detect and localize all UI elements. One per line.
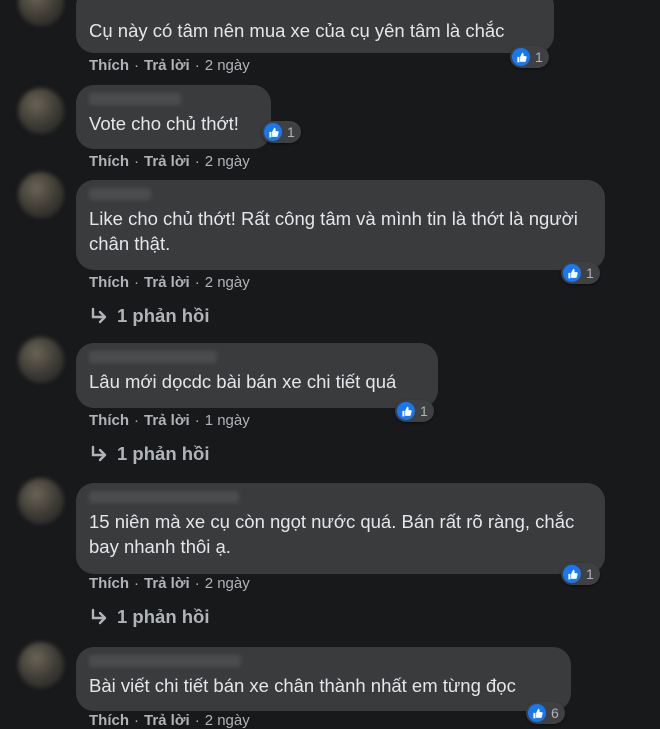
avatar[interactable] bbox=[18, 172, 64, 218]
comment-bubble: Like cho chủ thớt! Rất công tâm và mình … bbox=[76, 180, 605, 270]
like-link[interactable]: Thích bbox=[89, 274, 129, 291]
reaction-count: 1 bbox=[586, 265, 594, 281]
separator: · bbox=[194, 575, 200, 592]
like-link[interactable]: Thích bbox=[89, 575, 129, 592]
comment-bubble: Vote cho chủ thớt! bbox=[76, 85, 271, 149]
thumbs-up-icon bbox=[397, 402, 415, 420]
reaction-badge[interactable]: 1 bbox=[395, 400, 434, 422]
comment-bubble: 15 niên mà xe cụ còn ngọt nước quá. Bán … bbox=[76, 483, 605, 574]
view-replies-link[interactable]: 1 phản hồi bbox=[89, 606, 210, 628]
separator: · bbox=[134, 712, 139, 729]
avatar[interactable] bbox=[18, 478, 64, 524]
replies-count: 1 phản hồi bbox=[117, 606, 210, 627]
timestamp[interactable]: 2 ngày bbox=[205, 575, 250, 592]
author-name-redacted[interactable] bbox=[89, 351, 217, 363]
comment-actions: Thích · Trả lời · 2 ngày bbox=[89, 575, 250, 592]
reply-link[interactable]: Trả lời bbox=[144, 575, 190, 592]
comment-text: Like cho chủ thớt! Rất công tâm và mình … bbox=[89, 208, 584, 254]
comment-bubble: Cụ này có tâm nên mua xe của cụ yên tâm … bbox=[76, 0, 554, 53]
timestamp[interactable]: 1 ngày bbox=[205, 412, 250, 429]
reply-arrow-icon bbox=[91, 445, 107, 462]
replies-count: 1 phản hồi bbox=[117, 305, 210, 326]
separator: · bbox=[134, 57, 139, 74]
reaction-badge[interactable]: 1 bbox=[561, 563, 600, 585]
comment-actions: Thích · Trả lời · 2 ngày bbox=[89, 274, 250, 291]
reaction-badge[interactable]: 1 bbox=[262, 121, 301, 143]
thumbs-up-icon bbox=[528, 704, 546, 722]
reply-link[interactable]: Trả lời bbox=[144, 274, 190, 291]
reaction-count: 1 bbox=[535, 49, 543, 65]
avatar[interactable] bbox=[18, 337, 64, 383]
view-replies-link[interactable]: 1 phản hồi bbox=[89, 443, 210, 465]
timestamp[interactable]: 2 ngày bbox=[205, 57, 250, 74]
comment-text: Vote cho chủ thớt! bbox=[89, 113, 239, 134]
separator: · bbox=[194, 153, 200, 170]
replies-count: 1 phản hồi bbox=[117, 443, 210, 464]
timestamp[interactable]: 2 ngày bbox=[205, 153, 250, 170]
reply-arrow-icon bbox=[91, 608, 107, 625]
avatar[interactable] bbox=[18, 642, 64, 688]
reaction-count: 1 bbox=[287, 124, 295, 140]
author-name-redacted[interactable] bbox=[89, 188, 151, 200]
like-link[interactable]: Thích bbox=[89, 153, 129, 170]
comment-bubble: Lâu mới dọcdc bài bán xe chi tiết quá bbox=[76, 343, 438, 408]
separator: · bbox=[194, 274, 200, 291]
comment-bubble: Bài viết chi tiết bán xe chân thành nhất… bbox=[76, 647, 571, 711]
separator: · bbox=[194, 712, 200, 729]
thumbs-up-icon bbox=[264, 123, 282, 141]
reply-link[interactable]: Trả lời bbox=[144, 712, 190, 729]
like-link[interactable]: Thích bbox=[89, 57, 129, 74]
separator: · bbox=[194, 57, 200, 74]
thumbs-up-icon bbox=[563, 264, 581, 282]
reaction-count: 1 bbox=[420, 403, 428, 419]
author-name-redacted[interactable] bbox=[89, 655, 241, 667]
reply-link[interactable]: Trả lời bbox=[144, 57, 190, 74]
separator: · bbox=[134, 153, 139, 170]
reply-link[interactable]: Trả lời bbox=[144, 412, 190, 429]
comment-actions: Thích · Trả lời · 2 ngày bbox=[89, 57, 250, 74]
reaction-badge[interactable]: 1 bbox=[510, 46, 549, 68]
reaction-count: 6 bbox=[551, 705, 559, 721]
author-name-redacted[interactable] bbox=[89, 93, 181, 105]
view-replies-link[interactable]: 1 phản hồi bbox=[89, 305, 210, 327]
avatar[interactable] bbox=[18, 0, 64, 26]
separator: · bbox=[134, 575, 139, 592]
author-name-redacted[interactable] bbox=[89, 491, 239, 503]
separator: · bbox=[134, 274, 139, 291]
avatar[interactable] bbox=[18, 88, 64, 134]
like-link[interactable]: Thích bbox=[89, 412, 129, 429]
comment-text: Bài viết chi tiết bán xe chân thành nhất… bbox=[89, 675, 516, 696]
comment-actions: Thích · Trả lời · 2 ngày bbox=[89, 712, 250, 729]
thumbs-up-icon bbox=[563, 565, 581, 583]
timestamp[interactable]: 2 ngày bbox=[205, 712, 250, 729]
reaction-badge[interactable]: 1 bbox=[561, 262, 600, 284]
reaction-count: 1 bbox=[586, 566, 594, 582]
comment-text: Lâu mới dọcdc bài bán xe chi tiết quá bbox=[89, 371, 397, 392]
thumbs-up-icon bbox=[512, 48, 530, 66]
reply-link[interactable]: Trả lời bbox=[144, 153, 190, 170]
reaction-badge[interactable]: 6 bbox=[526, 702, 565, 724]
comment-text: Cụ này có tâm nên mua xe của cụ yên tâm … bbox=[89, 20, 505, 41]
like-link[interactable]: Thích bbox=[89, 712, 129, 729]
separator: · bbox=[134, 412, 139, 429]
comment-actions: Thích · Trả lời · 1 ngày bbox=[89, 412, 250, 429]
timestamp[interactable]: 2 ngày bbox=[205, 274, 250, 291]
reply-arrow-icon bbox=[91, 307, 107, 324]
comment-text: 15 niên mà xe cụ còn ngọt nước quá. Bán … bbox=[89, 511, 580, 557]
separator: · bbox=[194, 412, 200, 429]
comment-actions: Thích · Trả lời · 2 ngày bbox=[89, 153, 250, 170]
